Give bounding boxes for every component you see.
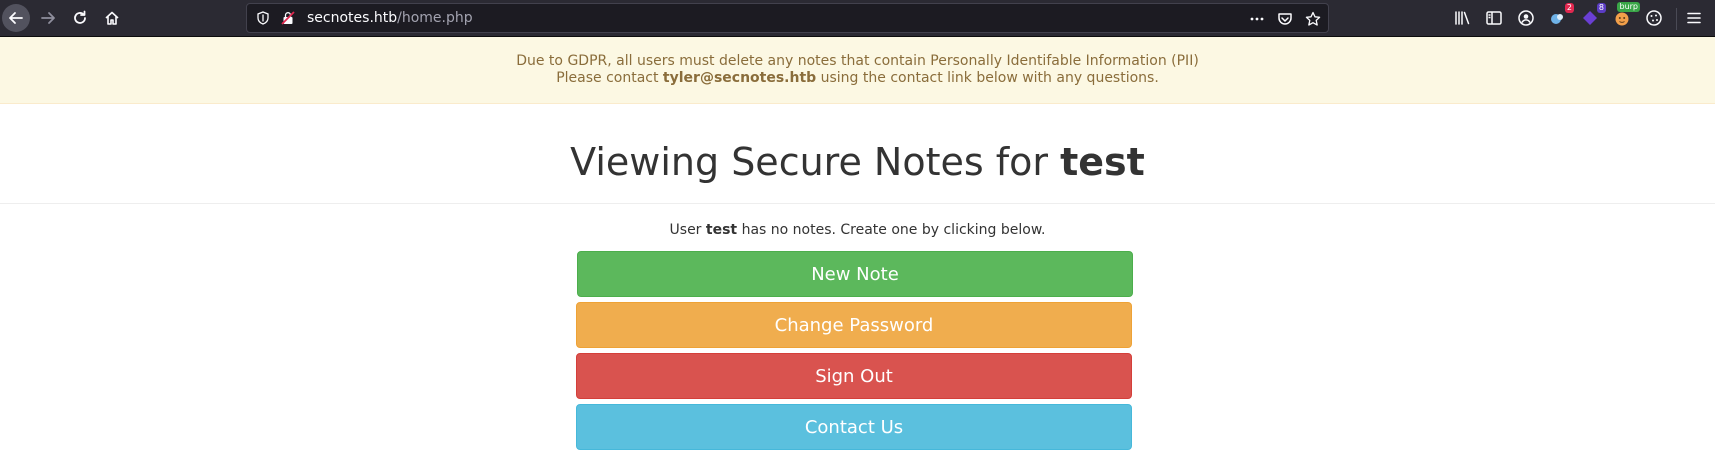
page-title: Viewing Secure Notes for test	[0, 140, 1715, 184]
alert-line-1: Due to GDPR, all users must delete any n…	[516, 53, 1199, 69]
url-path: /home.php	[397, 10, 473, 26]
notes-msg-suffix: has no notes. Create one by clicking bel…	[737, 222, 1046, 238]
gdpr-alert: Due to GDPR, all users must delete any n…	[0, 37, 1715, 104]
arrow-right-icon	[41, 12, 55, 24]
new-note-button[interactable]: New Note	[577, 251, 1133, 297]
page-header: Viewing Secure Notes for test	[0, 104, 1715, 204]
url-text[interactable]: secnotes.htb/home.php	[307, 10, 473, 26]
change-password-button[interactable]: Change Password	[576, 302, 1132, 348]
tracking-shield-icon[interactable]	[256, 11, 270, 25]
bookmark-star-icon[interactable]	[1305, 11, 1321, 27]
home-button[interactable]	[98, 4, 126, 32]
page-actions-icon[interactable]	[1249, 11, 1265, 27]
home-icon	[105, 11, 119, 25]
browser-toolbar: secnotes.htb/home.php 2 8 burp	[0, 0, 1715, 37]
alert-line-2-prefix: Please contact	[556, 70, 663, 86]
sidebar-icon[interactable]	[1485, 9, 1503, 27]
hamburger-menu-icon[interactable]	[1685, 9, 1703, 27]
page-title-prefix: Viewing Secure Notes for	[570, 140, 1061, 184]
extension-2[interactable]: 8	[1581, 3, 1606, 27]
contact-us-button[interactable]: Contact Us	[576, 404, 1132, 450]
arrow-left-icon	[9, 12, 23, 24]
pocket-icon[interactable]	[1277, 11, 1293, 27]
back-button[interactable]	[2, 4, 30, 32]
notes-msg-prefix: User	[669, 222, 706, 238]
reload-button[interactable]	[66, 4, 94, 32]
burp-extension[interactable]: burp	[1613, 2, 1640, 27]
alert-line-2: Please contact tyler@secnotes.htb using …	[0, 70, 1715, 87]
library-icon[interactable]	[1453, 9, 1471, 27]
alert-line-2-suffix: using the contact link below with any qu…	[816, 70, 1159, 86]
no-notes-message: User test has no notes. Create one by cl…	[0, 222, 1715, 238]
extension-1-badge: 2	[1564, 3, 1574, 13]
forward-button[interactable]	[34, 4, 62, 32]
notes-msg-username: test	[705, 222, 738, 238]
extension-1[interactable]: 2	[1549, 3, 1574, 27]
insecure-lock-icon[interactable]	[281, 11, 295, 25]
reload-icon	[74, 10, 86, 24]
extension-2-icon	[1583, 11, 1597, 25]
url-host: secnotes.htb	[307, 10, 398, 26]
burp-badge: burp	[1617, 2, 1640, 12]
cookie-icon[interactable]	[1645, 9, 1663, 27]
extension-1-icon	[1551, 14, 1563, 24]
contact-email: tyler@secnotes.htb	[662, 70, 817, 86]
url-bar[interactable]: secnotes.htb/home.php	[246, 3, 1329, 33]
toolbar-separator	[1676, 8, 1677, 30]
extension-2-badge: 8	[1596, 3, 1606, 13]
page-title-username: test	[1060, 140, 1145, 184]
account-icon[interactable]	[1517, 9, 1535, 27]
sign-out-button[interactable]: Sign Out	[576, 353, 1132, 399]
